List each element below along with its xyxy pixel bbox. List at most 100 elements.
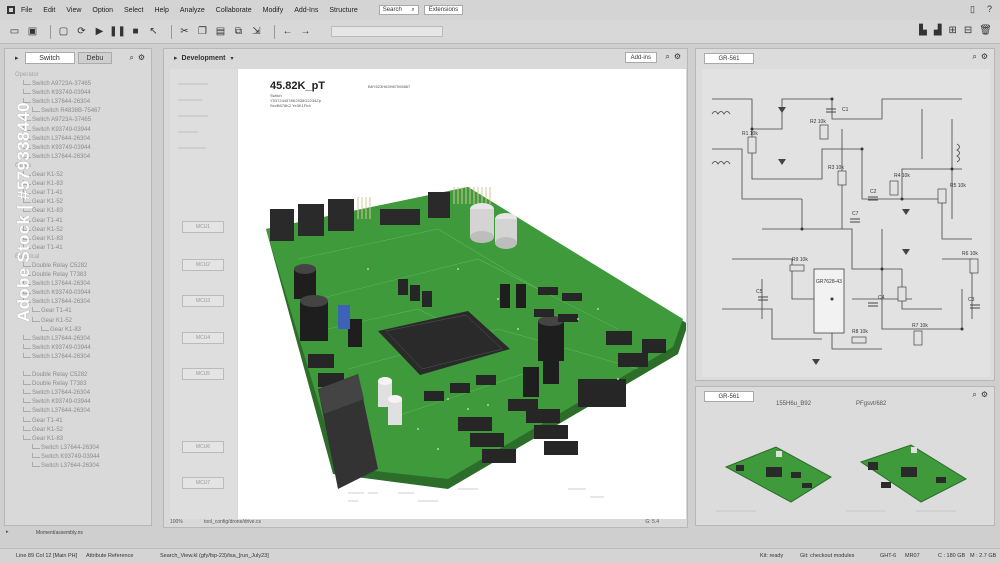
git-status[interactable]: Git: checkout modules: [800, 553, 854, 559]
gear-icon[interactable]: ⚙: [138, 53, 145, 63]
tree-item[interactable]: Switch L37644-26304: [13, 352, 147, 362]
search-icon[interactable]: ⌕: [972, 52, 976, 62]
chevron-down-icon[interactable]: ▾: [230, 55, 233, 62]
expand-icon[interactable]: ▸: [6, 529, 9, 535]
tree-connector: [32, 452, 40, 458]
pcb-preview-thumbnails[interactable]: [696, 407, 996, 527]
save-icon[interactable]: ▣: [26, 25, 39, 38]
app-logo-icon[interactable]: [6, 6, 15, 15]
gear-icon[interactable]: ⚙: [981, 390, 988, 400]
tree-item[interactable]: Double Relay T7383: [13, 380, 147, 389]
pause-icon[interactable]: ❚❚: [109, 25, 126, 38]
tree-item[interactable]: Switch L37644-26304: [13, 334, 147, 344]
export-icon[interactable]: ⇲: [250, 25, 263, 38]
menu-item-add-ins[interactable]: Add-Ins: [294, 7, 318, 14]
menu-item-analyze[interactable]: Analyze: [180, 7, 205, 14]
tree-item[interactable]: [13, 362, 147, 371]
duplicate-icon[interactable]: ⧉: [232, 25, 245, 38]
trash-icon[interactable]: 🗑︎: [979, 25, 992, 36]
menu-item-edit[interactable]: Edit: [43, 7, 55, 14]
tab-schematic[interactable]: GR-561: [704, 53, 754, 64]
schematic-label: C2: [870, 189, 877, 195]
search-icon[interactable]: ⌕: [665, 52, 669, 62]
zoom-level[interactable]: 100%: [170, 519, 183, 525]
menu-items: File Edit View Option Select Help Analyze Colla…: [21, 7, 369, 14]
toolbar-command-field[interactable]: [331, 26, 443, 37]
menu-item-option[interactable]: Option: [92, 7, 113, 14]
schematic-label: C3: [968, 297, 975, 303]
tree-section-header[interactable]: Operator: [13, 71, 147, 80]
toolbar-separator: [50, 24, 51, 39]
add-window-icon[interactable]: ⊞: [949, 25, 957, 36]
sidebar-button[interactable]: MCU6: [182, 441, 224, 453]
tree-item-label: Switch K93749-03944: [32, 399, 91, 406]
sidebar-button[interactable]: MCU4: [182, 332, 224, 344]
memory-status: M : 2.7 GB: [970, 553, 997, 559]
back-arrow-icon[interactable]: ←: [281, 25, 294, 38]
sidebar-button[interactable]: MCU3: [182, 295, 224, 307]
menu-item-collaborate[interactable]: Collaborate: [216, 7, 252, 14]
stop-icon[interactable]: ■: [129, 25, 142, 38]
extensions-button[interactable]: Extensions: [423, 5, 464, 15]
sidebar-button[interactable]: MCU5: [182, 368, 224, 380]
menu-item-modify[interactable]: Modify: [263, 7, 284, 14]
sync-icon[interactable]: ⟳: [75, 25, 88, 38]
tree-item[interactable]: Double Relay C5282: [13, 371, 147, 380]
sidebar-button[interactable]: MCU2: [182, 259, 224, 271]
tree-item[interactable]: Switch L37644-26304: [13, 389, 147, 398]
menu-item-file[interactable]: File: [21, 7, 32, 14]
menu-item-structure[interactable]: Structure: [329, 7, 357, 14]
tab-switch[interactable]: Switch: [24, 52, 75, 64]
remove-window-icon[interactable]: ⊟: [964, 25, 972, 36]
tree-item[interactable]: Switch K93749-03944: [13, 452, 147, 462]
play-icon[interactable]: ▶: [93, 25, 106, 38]
add-ins-button[interactable]: Add-ins: [624, 52, 657, 63]
tree-item[interactable]: Switch K93749-03944: [13, 89, 147, 98]
tree-item[interactable]: Switch K93749-03944: [13, 343, 147, 353]
gear-icon[interactable]: ⚙: [981, 52, 988, 62]
copy-icon[interactable]: ❐: [196, 25, 209, 38]
attribute-reference[interactable]: Attribute Reference: [86, 553, 133, 559]
sidebar-button[interactable]: MCU1: [182, 221, 224, 233]
tree-item[interactable]: Switch L37644-26304: [13, 443, 147, 453]
3d-viewport[interactable]: 45.82K_pT Switch Y537244578K2938G2234Zp …: [238, 69, 686, 519]
bag-icon[interactable]: ▟: [934, 25, 942, 36]
tree-item[interactable]: Gear T1-41: [13, 416, 147, 426]
tree-connector: [23, 425, 31, 431]
tab-preview[interactable]: GR-561: [704, 391, 754, 402]
tree-item[interactable]: Switch A9723A-37465: [13, 80, 147, 89]
tree-item[interactable]: Switch L37644-26304: [13, 407, 147, 416]
tree-item-label: Switch A9723A-37465: [32, 117, 92, 124]
folder-icon[interactable]: ▭: [8, 25, 21, 38]
tree-item[interactable]: Gear K1-83: [13, 325, 147, 335]
menu-item-help[interactable]: Help: [154, 7, 168, 14]
panel-toggle-icon[interactable]: ▸: [174, 54, 178, 62]
tree-item[interactable]: Switch K93749-03944: [13, 398, 147, 407]
paste-icon[interactable]: ▤: [214, 25, 227, 38]
screen-icon[interactable]: ▢: [57, 25, 70, 38]
tree-item-label: Switch L37644-26304: [41, 444, 100, 451]
cut-icon[interactable]: ✂: [178, 25, 191, 38]
forward-arrow-icon[interactable]: →: [299, 25, 312, 38]
search-icon[interactable]: ⌕: [129, 53, 133, 63]
schematic-canvas[interactable]: R1 10k R2 10k C1 R3 10k R4 10k R5 10k C2…: [702, 69, 990, 377]
tree-item[interactable]: Switch L37644-26304: [13, 462, 147, 471]
help-icon[interactable]: ?: [987, 4, 992, 15]
gear-icon[interactable]: ⚙: [674, 52, 681, 62]
search-icon[interactable]: ⌕: [972, 390, 976, 400]
pcb-thumbnail-left: [724, 446, 832, 503]
menu-item-view[interactable]: View: [66, 7, 81, 14]
sidebar-button[interactable]: MCU7: [182, 477, 224, 489]
menu-item-select[interactable]: Select: [124, 7, 143, 14]
cart-icon[interactable]: ▙: [919, 25, 927, 36]
menu-search-field[interactable]: Search ⌕: [378, 5, 419, 15]
panel-toggle-icon[interactable]: ▸: [15, 54, 19, 62]
tree-item[interactable]: Gear K1-83: [13, 434, 147, 444]
pointer-icon[interactable]: ↖: [147, 25, 160, 38]
document-icon[interactable]: ▯: [970, 4, 975, 15]
tab-debug[interactable]: Debu: [77, 52, 113, 64]
tree-item-label: Switch A9723A-37465: [32, 81, 92, 88]
tree-item[interactable]: Gear K1-52: [13, 425, 147, 435]
tree-connector: [32, 462, 40, 468]
panel-title: Development: [181, 54, 226, 62]
